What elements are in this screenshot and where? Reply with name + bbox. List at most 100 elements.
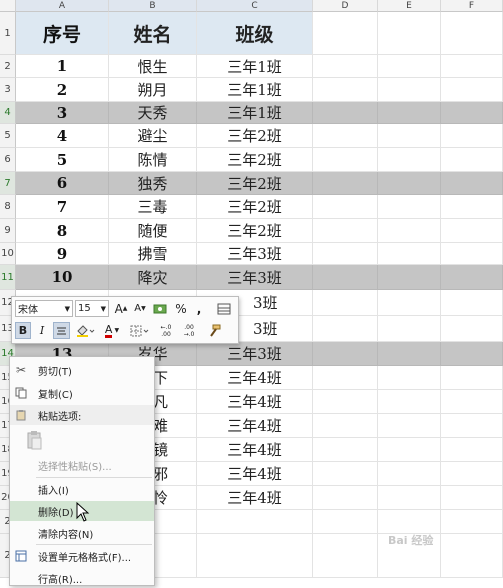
cell-empty[interactable] (441, 414, 503, 438)
cell-empty[interactable] (378, 342, 441, 366)
cell-name[interactable]: 天秀 (109, 102, 197, 124)
cell-name[interactable]: 三毒 (109, 195, 197, 219)
cell-empty[interactable] (313, 342, 378, 366)
cell-class[interactable]: 三年1班 (197, 102, 313, 124)
percent-style-button[interactable]: % (173, 300, 189, 317)
cell-empty[interactable] (313, 486, 378, 510)
cell-class[interactable]: 三年3班 (197, 265, 313, 290)
cell-class[interactable]: 三年2班 (197, 195, 313, 219)
cell-empty[interactable] (313, 510, 378, 534)
cell-empty[interactable] (378, 172, 441, 195)
cell-empty[interactable] (441, 55, 503, 78)
table-row[interactable]: 9 拂雪 三年3班 (16, 243, 503, 265)
cell-class[interactable]: 三年4班 (197, 462, 313, 486)
cell-empty[interactable] (441, 316, 503, 342)
cell-empty[interactable] (378, 265, 441, 290)
cell-empty[interactable] (441, 462, 503, 486)
cell-empty[interactable] (313, 390, 378, 414)
table-row-selected[interactable]: 6 独秀 三年2班 (16, 172, 503, 195)
cell-d1[interactable] (313, 12, 378, 55)
header-cell-class[interactable]: 班级 (197, 12, 313, 55)
fill-color-button[interactable] (73, 322, 97, 339)
menu-item-clear-contents[interactable]: 清除内容(N) (10, 523, 154, 543)
column-header-f[interactable]: F (441, 0, 503, 12)
grow-font-button[interactable]: A ▲ (113, 300, 129, 317)
header-cell-name[interactable]: 姓名 (109, 12, 197, 55)
row-header[interactable]: 3 (0, 78, 16, 102)
borders-button[interactable] (128, 322, 152, 339)
cell-empty[interactable] (313, 414, 378, 438)
cell-empty[interactable] (313, 290, 378, 316)
cell-class[interactable]: 三年2班 (197, 219, 313, 243)
cell-class[interactable]: 三年2班 (197, 172, 313, 195)
cell-e1[interactable] (378, 12, 441, 55)
paste-option-button[interactable] (10, 426, 154, 454)
cell-empty[interactable] (378, 414, 441, 438)
cell-class[interactable]: 三年1班 (197, 55, 313, 78)
column-header-b[interactable]: B (109, 0, 197, 12)
cell-no[interactable]: 10 (16, 265, 109, 290)
header-cell-no[interactable]: 序号 (16, 12, 109, 55)
row-header-1[interactable]: 1 (0, 12, 16, 55)
table-row[interactable]: 5 陈情 三年2班 (16, 148, 503, 172)
cell-empty[interactable] (313, 438, 378, 462)
row-header[interactable]: 4 (0, 102, 16, 124)
bold-button[interactable]: B (15, 322, 31, 339)
cell-empty[interactable] (441, 243, 503, 265)
cell-empty[interactable] (441, 265, 503, 290)
cell-empty[interactable] (441, 438, 503, 462)
cell-empty[interactable] (441, 124, 503, 148)
cell-class[interactable]: 三年4班 (197, 414, 313, 438)
cell-empty[interactable] (313, 148, 378, 172)
italic-button[interactable]: I (34, 322, 50, 339)
font-size-combo[interactable]: 15 ▼ (75, 300, 109, 317)
cell-empty[interactable] (378, 390, 441, 414)
cell-empty[interactable] (378, 243, 441, 265)
cell-class[interactable]: 三年4班 (197, 390, 313, 414)
row-header[interactable]: 5 (0, 124, 16, 148)
row-header[interactable]: 11 (0, 265, 16, 290)
cell-empty[interactable] (313, 124, 378, 148)
cell-empty[interactable] (378, 316, 441, 342)
format-painter-button[interactable] (204, 322, 224, 339)
column-header-e[interactable]: E (378, 0, 441, 12)
row-header[interactable]: 6 (0, 148, 16, 172)
cell-name[interactable]: 拂雪 (109, 243, 197, 265)
cell-empty[interactable] (313, 195, 378, 219)
row-header[interactable]: 2 (0, 55, 16, 78)
cell-empty[interactable] (378, 148, 441, 172)
column-header-c[interactable]: C (197, 0, 313, 12)
cell-empty[interactable] (197, 534, 313, 578)
cell-empty[interactable] (313, 243, 378, 265)
table-row[interactable]: 1 恨生 三年1班 (16, 55, 503, 78)
cell-f1[interactable] (441, 12, 503, 55)
cell-empty[interactable] (378, 510, 441, 534)
cell-name[interactable]: 朔月 (109, 78, 197, 102)
column-header-d[interactable]: D (313, 0, 378, 12)
decrease-decimal-button[interactable]: .00 →.0 (179, 322, 199, 339)
cell-name[interactable]: 降灾 (109, 265, 197, 290)
cell-class[interactable]: 三年4班 (197, 486, 313, 510)
column-header-a[interactable]: A (16, 0, 109, 12)
row-header[interactable]: 8 (0, 195, 16, 219)
cell-empty[interactable] (441, 342, 503, 366)
cell-name[interactable]: 恨生 (109, 55, 197, 78)
table-row-selected[interactable]: 10 降灾 三年3班 (16, 265, 503, 290)
cell-empty[interactable] (378, 290, 441, 316)
cell-no[interactable]: 4 (16, 124, 109, 148)
shrink-font-button[interactable]: A ▼ (132, 300, 148, 317)
menu-item-cut[interactable]: ✂ 剪切(T) (10, 360, 154, 380)
cell-empty[interactable] (441, 486, 503, 510)
cell-no[interactable]: 3 (16, 102, 109, 124)
cell-empty[interactable] (441, 366, 503, 390)
cell-empty[interactable] (378, 366, 441, 390)
table-row-selected[interactable]: 3 天秀 三年1班 (16, 102, 503, 124)
cell-empty[interactable] (378, 102, 441, 124)
cell-empty[interactable] (313, 265, 378, 290)
table-header-row[interactable]: 序号 姓名 班级 (16, 12, 503, 55)
cell-empty[interactable] (441, 172, 503, 195)
cell-name[interactable]: 随便 (109, 219, 197, 243)
cell-class[interactable]: 三年3班 (197, 342, 313, 366)
font-name-combo[interactable]: 宋体 ▼ (15, 300, 73, 317)
menu-item-row-height[interactable]: 行高(R)... (10, 568, 154, 588)
